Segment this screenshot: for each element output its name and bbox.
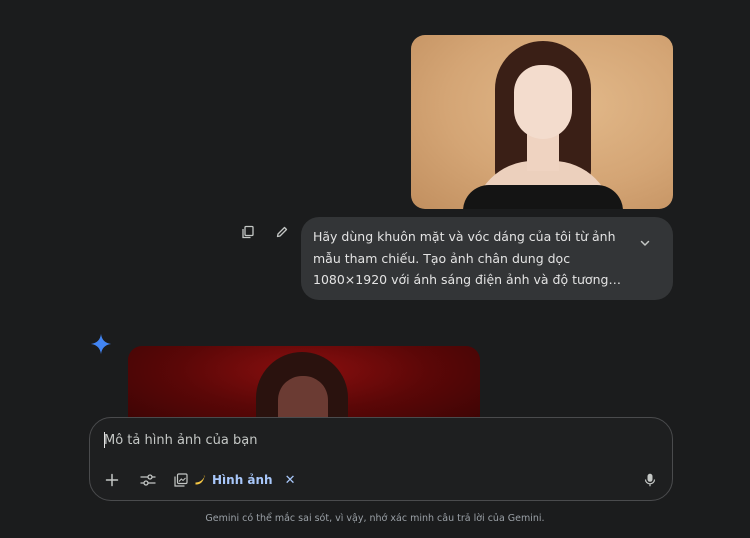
prompt-input[interactable] — [104, 430, 624, 450]
expand-message-button[interactable] — [635, 233, 655, 253]
tools-icon — [140, 474, 156, 486]
user-reference-image[interactable] — [411, 35, 673, 209]
add-button[interactable] — [102, 470, 122, 490]
image-mode-label: Hình ảnh — [212, 473, 273, 487]
edit-icon — [276, 226, 288, 238]
copy-button[interactable] — [238, 222, 258, 242]
user-message-bubble: Hãy dùng khuôn mặt và vóc dáng của tôi t… — [301, 217, 673, 300]
chevron-down-icon — [640, 240, 650, 246]
microphone-button[interactable] — [640, 470, 660, 490]
image-face — [514, 65, 572, 139]
image-gallery-icon — [174, 473, 188, 487]
user-message-text: Hãy dùng khuôn mặt và vóc dáng của tôi t… — [313, 229, 616, 287]
disclaimer-text: Gemini có thể mắc sai sót, vì vậy, nhớ x… — [205, 513, 545, 524]
plus-icon — [105, 473, 119, 487]
banana-icon — [195, 475, 206, 485]
generated-image[interactable] — [128, 346, 480, 426]
tools-button[interactable] — [138, 470, 158, 490]
mic-icon — [644, 473, 656, 487]
text-cursor — [104, 432, 105, 448]
image-dress — [463, 185, 623, 209]
gemini-spark-icon — [90, 333, 112, 355]
image-mode-chip[interactable]: Hình ảnh ✕ — [174, 469, 296, 491]
copy-icon — [242, 225, 254, 239]
prompt-composer: Hình ảnh ✕ — [89, 417, 673, 501]
close-icon[interactable]: ✕ — [285, 473, 296, 488]
edit-button[interactable] — [272, 222, 292, 242]
